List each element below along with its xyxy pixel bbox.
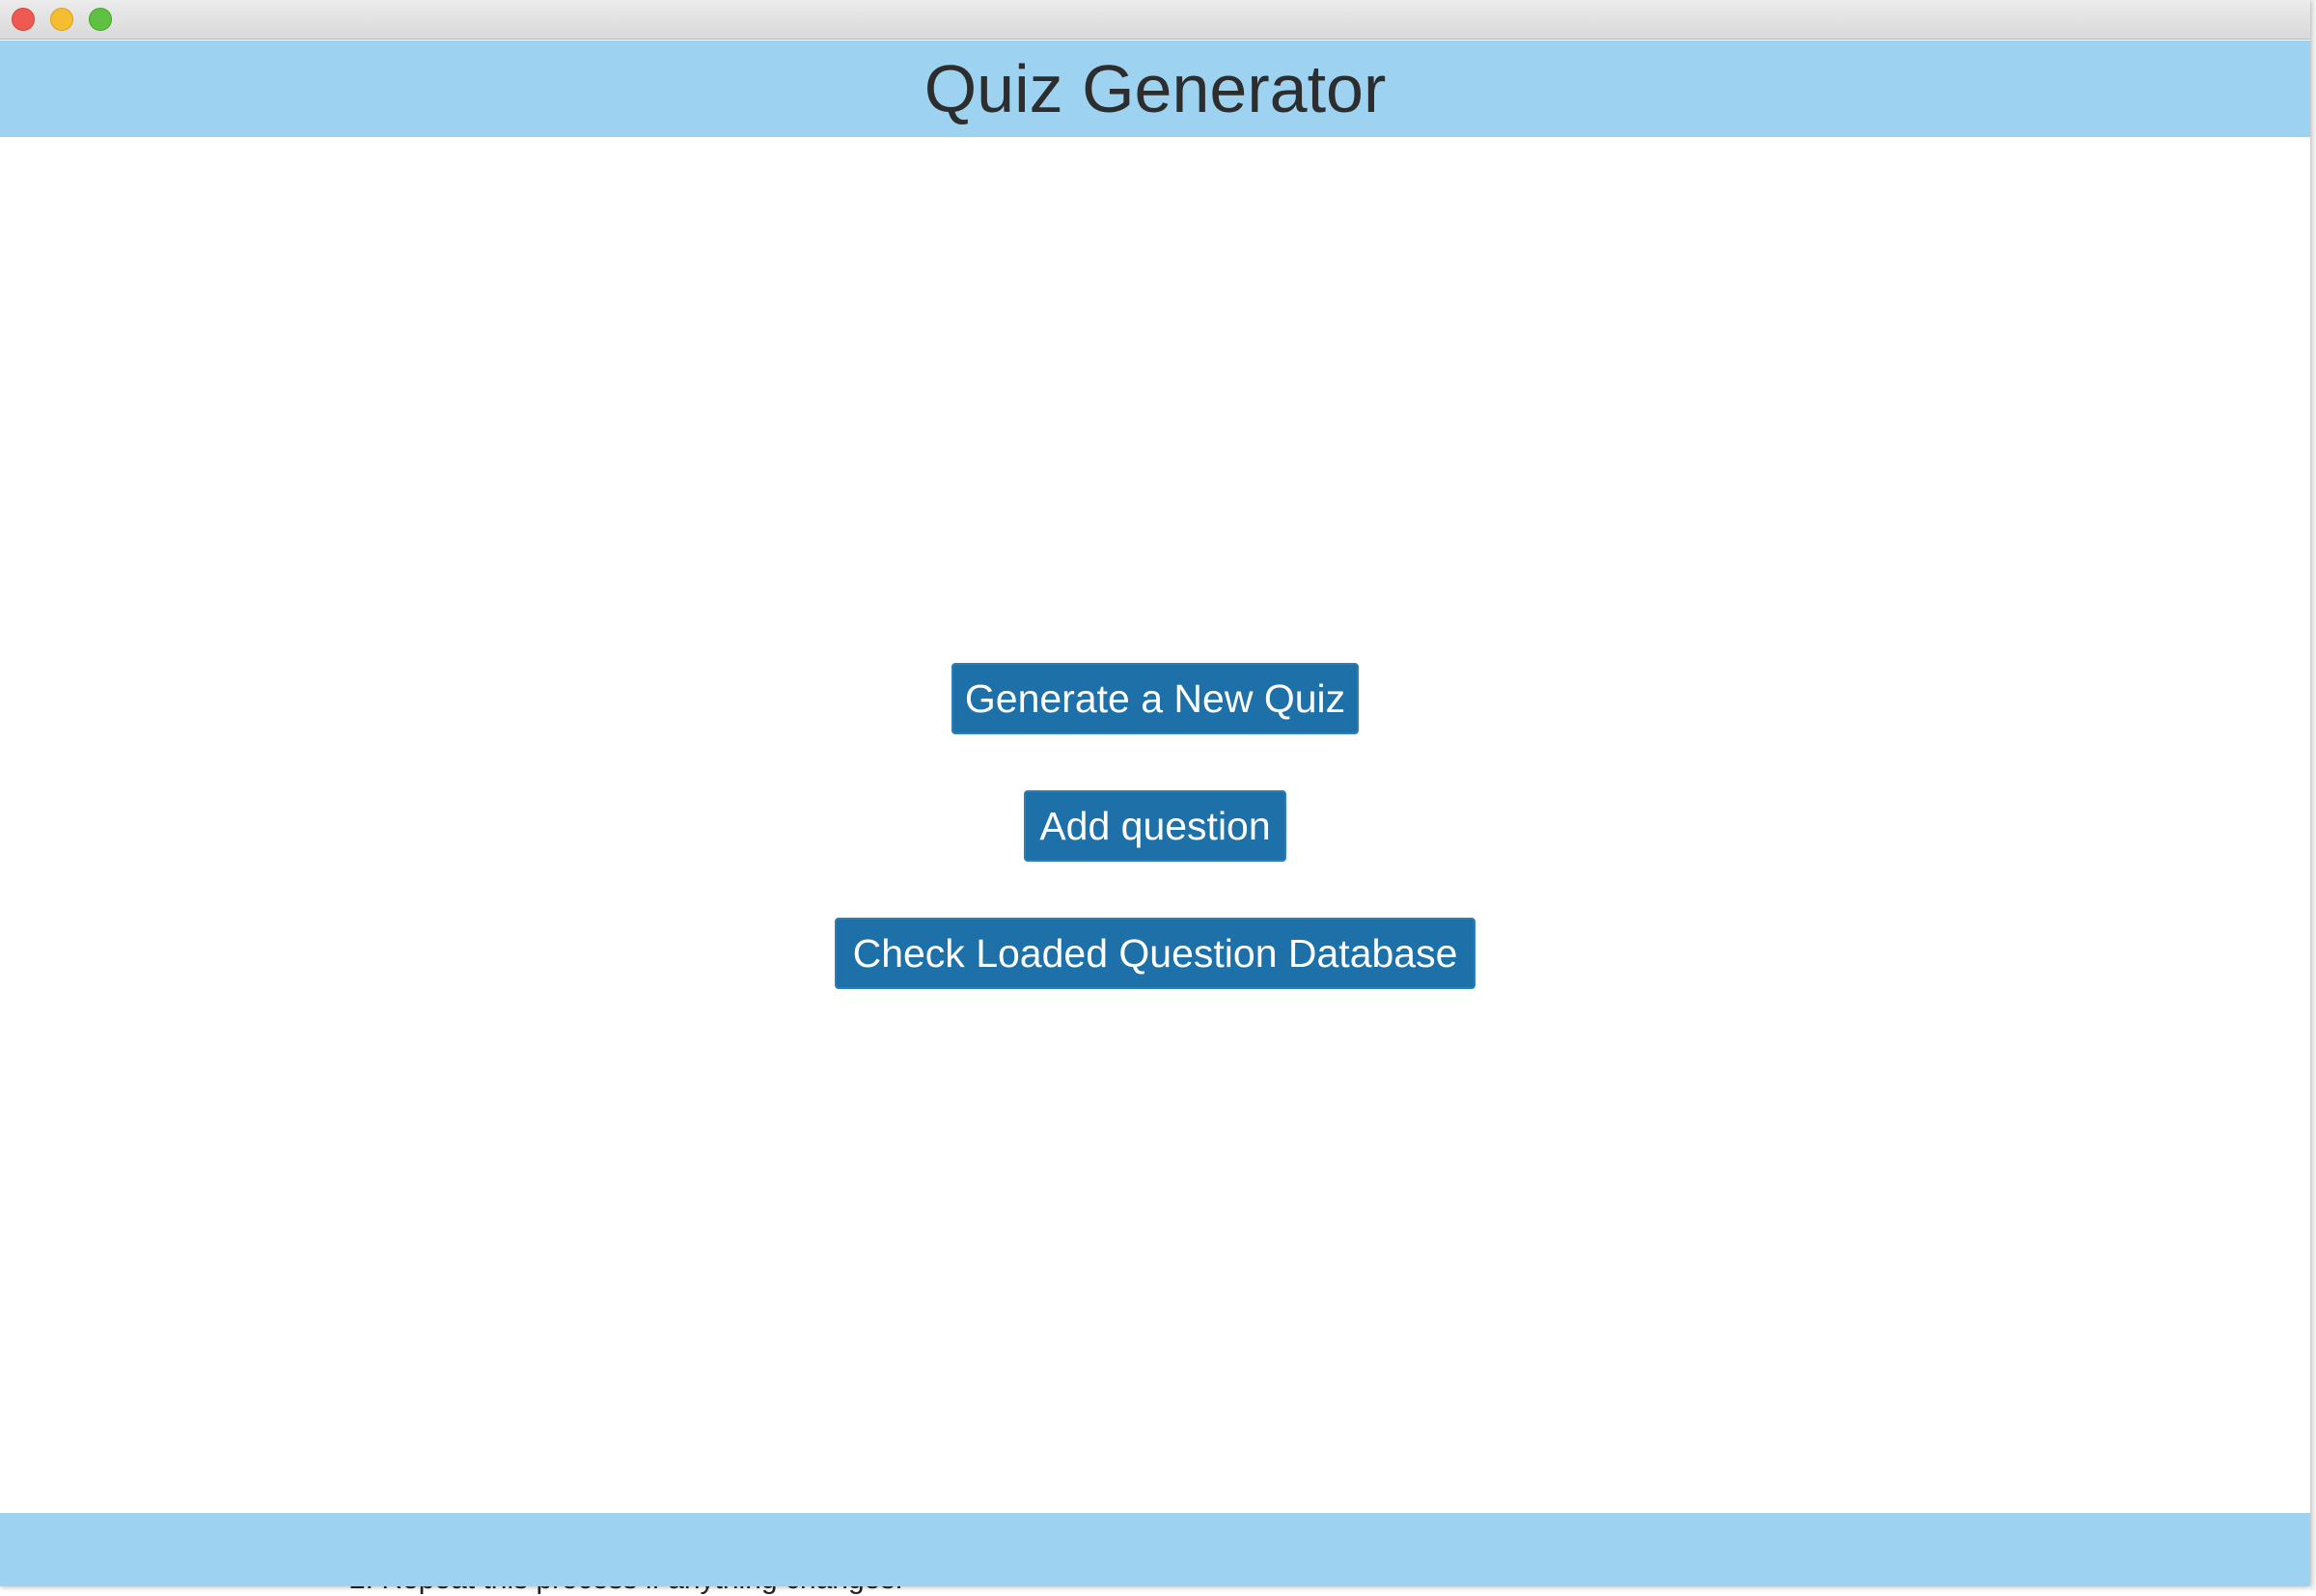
desktop: 2. Repeat this process if anything chang… [0, 0, 2316, 1595]
main-content: Generate a New Quiz Add question Check L… [0, 137, 2310, 1513]
window-titlebar[interactable] [0, 0, 2310, 40]
maximize-window-icon[interactable] [89, 8, 112, 31]
app-footer [0, 1513, 2310, 1586]
page-title: Quiz Generator [924, 51, 1387, 126]
generate-quiz-button[interactable]: Generate a New Quiz [951, 663, 1359, 734]
add-question-button[interactable]: Add question [1024, 790, 1286, 862]
close-window-icon[interactable] [12, 8, 35, 31]
background-document-edge [2310, 0, 2316, 1590]
minimize-window-icon[interactable] [50, 8, 73, 31]
app-window: Quiz Generator Generate a New Quiz Add q… [0, 0, 2310, 1586]
app-header: Quiz Generator [0, 41, 2310, 137]
check-database-button[interactable]: Check Loaded Question Database [835, 918, 1475, 989]
